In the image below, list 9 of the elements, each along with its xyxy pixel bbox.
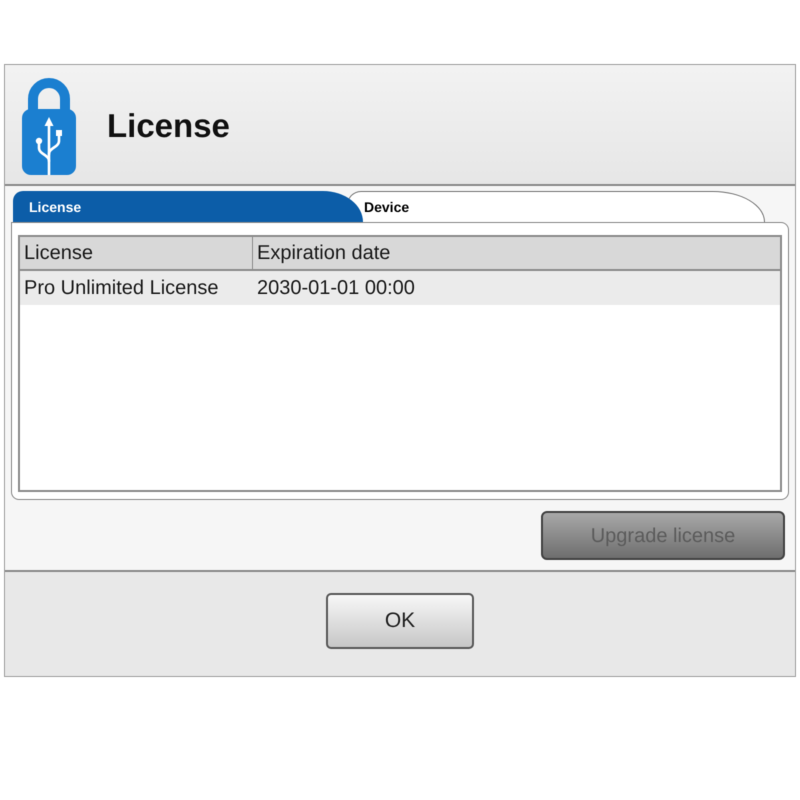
column-header[interactable]: License — [20, 237, 253, 269]
window-title: License — [107, 106, 230, 146]
ok-button[interactable]: OK — [326, 593, 474, 649]
tab[interactable]: Device — [347, 191, 765, 222]
table-cell-text: 2030-01-01 00:00 — [256, 276, 416, 301]
table-cell-text: Pro Unlimited License — [23, 276, 220, 301]
tab[interactable]: License — [13, 191, 363, 222]
table-row[interactable]: Pro Unlimited License 2030-01-01 00:00 — [20, 271, 780, 305]
column-header[interactable]: Expiration date — [253, 237, 780, 269]
